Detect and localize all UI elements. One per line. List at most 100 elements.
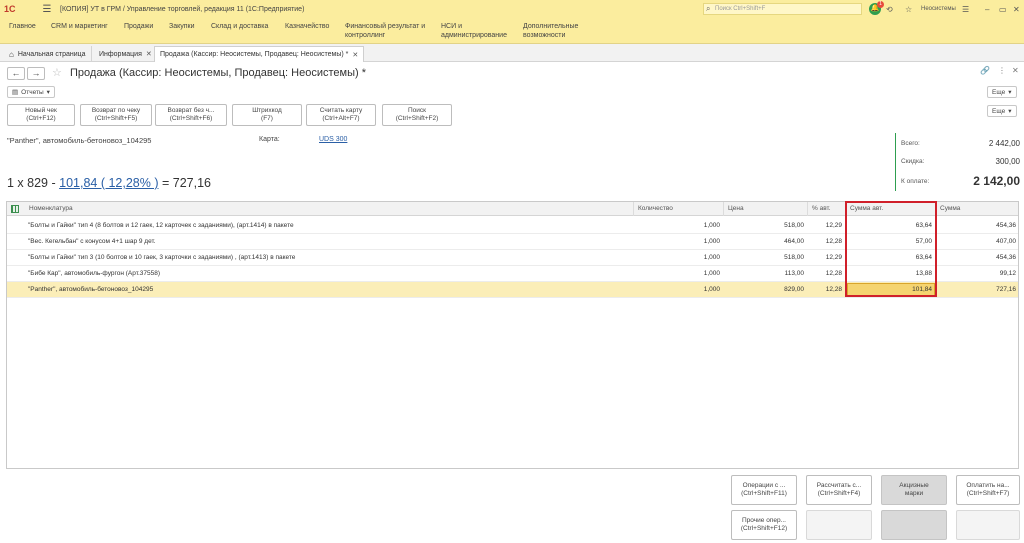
barcode-label: Штрихкод bbox=[252, 107, 282, 114]
cell-name: "Болты и Гайки" тип 4 (8 болтов и 12 гае… bbox=[28, 222, 294, 229]
pay-button[interactable]: Оплатить на... (Ctrl+Shift+F7) bbox=[956, 475, 1020, 505]
calculate-label: Рассчитать с... bbox=[816, 482, 862, 489]
operations-button[interactable]: Операции с ... (Ctrl+Shift+F11) bbox=[731, 475, 797, 505]
barcode-button[interactable]: Штрихкод (F7) bbox=[232, 104, 302, 126]
cell-auto-percent: 12,29 bbox=[825, 222, 842, 229]
tab-home[interactable]: ⌂ Начальная страница bbox=[4, 46, 92, 62]
search-button-shortcut: (Ctrl+Shift+F2) bbox=[395, 115, 439, 122]
home-icon: ⌂ bbox=[9, 49, 14, 59]
cell-name: "Болты и Гайки" тип 3 (10 болтов и 10 га… bbox=[28, 254, 296, 261]
card-link[interactable]: UDS 300 bbox=[319, 136, 347, 143]
cell-auto-percent: 12,28 bbox=[825, 238, 842, 245]
read-card-label: Считать карту bbox=[319, 107, 363, 114]
table-settings-icon[interactable] bbox=[11, 205, 19, 213]
read-card-button[interactable]: Считать карту (Ctrl+Alt+F7) bbox=[306, 104, 376, 126]
restore-icon[interactable]: ▭ bbox=[999, 0, 1007, 18]
formula-discount-link[interactable]: 101,84 ( 12,28% ) bbox=[59, 176, 158, 190]
cell-auto-sum: 57,00 bbox=[915, 238, 932, 245]
reports-dropdown[interactable]: ▤ Отчеты ▾ bbox=[7, 86, 55, 98]
operations-label: Операции с ... bbox=[742, 482, 786, 489]
cell-auto-sum: 13,88 bbox=[915, 270, 932, 277]
chevron-down-icon: ▾ bbox=[1008, 89, 1012, 96]
menu-item-nsi[interactable]: НСИ и администрирование bbox=[441, 22, 507, 40]
menu-item-warehouse[interactable]: Склад и доставка bbox=[211, 22, 268, 31]
tab-sale[interactable]: Продажа (Кассир: Неосистемы, Продавец: Н… bbox=[154, 46, 365, 62]
excise-marks-button[interactable]: Акцизные марки bbox=[881, 475, 947, 505]
open-windows-tabs: ⌂ Начальная страница Информация ✕ Продаж… bbox=[0, 44, 1024, 62]
more-button-2[interactable]: Еще ▾ bbox=[987, 105, 1017, 117]
cell-sum: 454,36 bbox=[996, 222, 1016, 229]
close-window-icon[interactable]: ✕ bbox=[1013, 0, 1020, 18]
cell-price: 518,00 bbox=[784, 254, 804, 261]
return-without-receipt-button[interactable]: Возврат без ч... (Ctrl+Shift+F6) bbox=[155, 104, 227, 126]
empty-button-1[interactable] bbox=[806, 510, 872, 540]
favorites-icon[interactable]: ☆ bbox=[905, 0, 912, 18]
link-icon[interactable]: 🔗 bbox=[980, 66, 990, 75]
tab-info-label: Информация bbox=[99, 50, 142, 58]
menu-item-purchases[interactable]: Закупки bbox=[169, 22, 195, 31]
user-name[interactable]: Неосистемы bbox=[921, 0, 956, 18]
close-icon[interactable]: ✕ bbox=[352, 51, 358, 59]
menu-item-main[interactable]: Главное bbox=[9, 22, 36, 31]
menu-item-extra[interactable]: Дополнительные возможности bbox=[523, 22, 578, 40]
minimize-icon[interactable]: – bbox=[985, 0, 989, 18]
cell-auto-percent: 12,28 bbox=[825, 286, 842, 293]
close-form-icon[interactable]: ✕ bbox=[1012, 66, 1019, 75]
table-row[interactable]: "Болты и Гайки" тип 4 (8 болтов и 12 гае… bbox=[7, 218, 1018, 234]
menu-item-nsi-line1: НСИ и bbox=[441, 23, 462, 30]
col-price[interactable]: Цена bbox=[723, 202, 813, 216]
history-icon[interactable]: ⟲ bbox=[886, 0, 893, 18]
menu-item-finance[interactable]: Финансовый результат и контроллинг bbox=[345, 22, 425, 40]
return-without-receipt-shortcut: (Ctrl+Shift+F6) bbox=[169, 115, 213, 122]
pay-button-shortcut: (Ctrl+Shift+F7) bbox=[966, 490, 1010, 497]
empty-button-2[interactable] bbox=[881, 510, 947, 540]
cell-sum: 727,16 bbox=[996, 286, 1016, 293]
menu-item-crm[interactable]: CRM и маркетинг bbox=[51, 22, 108, 31]
calculate-button[interactable]: Рассчитать с... (Ctrl+Shift+F4) bbox=[806, 475, 872, 505]
more-label: Еще bbox=[992, 88, 1006, 96]
main-menu-icon[interactable]: ☰ bbox=[40, 4, 54, 15]
read-card-shortcut: (Ctrl+Alt+F7) bbox=[322, 115, 360, 122]
title-bar: 1С ☰ [КОПИЯ] УТ в ГРМ / Управление торго… bbox=[0, 0, 1024, 18]
calculate-shortcut: (Ctrl+Shift+F4) bbox=[817, 490, 861, 497]
menu-item-nsi-line2: администрирование bbox=[441, 32, 507, 39]
cell-qty: 1,000 bbox=[703, 222, 720, 229]
cell-price: 464,00 bbox=[784, 238, 804, 245]
menu-item-finance-line1: Финансовый результат и bbox=[345, 23, 426, 30]
totals-divider bbox=[895, 133, 896, 191]
back-button[interactable]: ← bbox=[7, 67, 25, 80]
formula-result: = 727,16 bbox=[161, 176, 211, 190]
menu-item-sales[interactable]: Продажи bbox=[124, 22, 153, 31]
col-auto-sum[interactable]: Сумма авт. bbox=[845, 202, 937, 216]
cell-price: 518,00 bbox=[784, 222, 804, 229]
excise-marks-label-2: марки bbox=[904, 490, 924, 497]
cell-price: 829,00 bbox=[784, 286, 804, 293]
other-operations-button[interactable]: Прочие опер... (Ctrl+Shift+F12) bbox=[731, 510, 797, 540]
search-button-label: Поиск bbox=[407, 107, 426, 114]
menu-item-treasury[interactable]: Казначейство bbox=[285, 22, 329, 31]
col-auto-percent[interactable]: % авт. bbox=[807, 202, 845, 216]
search-button[interactable]: Поиск (Ctrl+Shift+F2) bbox=[382, 104, 452, 126]
tab-info[interactable]: Информация ✕ bbox=[94, 46, 158, 62]
return-by-receipt-button[interactable]: Возврат по чеку (Ctrl+Shift+F5) bbox=[80, 104, 152, 126]
table-row[interactable]: "Бибе Кар", автомобиль-фургон (Арт.37558… bbox=[7, 266, 1018, 282]
empty-button-3[interactable] bbox=[956, 510, 1020, 540]
new-receipt-button[interactable]: Новый чек (Ctrl+F12) bbox=[7, 104, 75, 126]
table-row-selected[interactable]: "Panther", автомобиль-бетоновоз_104295 1… bbox=[7, 282, 1018, 298]
settings-menu-icon[interactable]: ☰ bbox=[962, 0, 969, 18]
col-sum[interactable]: Сумма bbox=[935, 202, 1020, 216]
col-nomenclature[interactable]: Номенклатура bbox=[25, 202, 73, 216]
col-quantity[interactable]: Количество bbox=[633, 202, 728, 216]
more-button[interactable]: Еще ▾ bbox=[987, 86, 1017, 98]
forward-button[interactable]: → bbox=[27, 67, 45, 80]
favorite-star-icon[interactable]: ☆ bbox=[52, 66, 62, 79]
search-input[interactable]: ⌕ Поиск Ctrl+Shift+F bbox=[703, 3, 862, 15]
more-vertical-icon[interactable]: ⋮ bbox=[998, 66, 1006, 75]
tab-home-label: Начальная страница bbox=[17, 50, 86, 58]
excise-marks-label: Акцизные bbox=[899, 482, 929, 489]
close-icon[interactable]: ✕ bbox=[146, 50, 152, 58]
table-row[interactable]: "Болты и Гайки" тип 3 (10 болтов и 10 га… bbox=[7, 250, 1018, 266]
return-by-receipt-shortcut: (Ctrl+Shift+F5) bbox=[94, 115, 138, 122]
chevron-down-icon: ▾ bbox=[46, 89, 50, 96]
table-row[interactable]: "Вес. Кегельбан" с конусом 4+1 шар 9 дет… bbox=[7, 234, 1018, 250]
